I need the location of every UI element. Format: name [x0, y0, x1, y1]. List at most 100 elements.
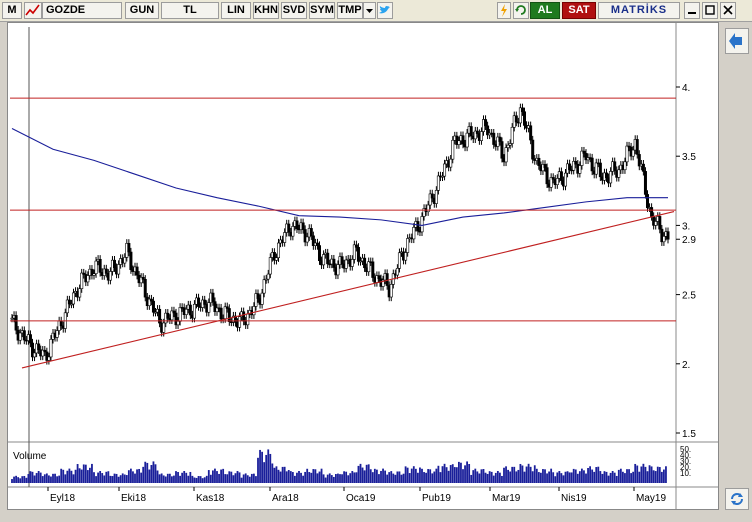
price-tick-label: 2.5: [682, 291, 696, 302]
volume-bar: [253, 473, 255, 483]
volume-bar: [187, 475, 190, 483]
candle: [475, 130, 479, 134]
khn-button[interactable]: KHN: [253, 2, 279, 19]
candle: [416, 221, 420, 232]
price-tick-label: 2.9: [682, 235, 696, 246]
volume-bar: [355, 472, 358, 483]
chart-area[interactable]: 4. 3.5 3. 2.9 2.5 2. 1.5 Eyl18 Eki18 Kas18 Ara18 Oc…: [7, 22, 719, 510]
candle: [291, 226, 295, 237]
volume-bar: [441, 466, 444, 483]
candle: [617, 169, 621, 178]
volume-bar: [322, 474, 325, 483]
minimize-icon[interactable]: [684, 2, 700, 19]
volume-bar: [54, 473, 56, 483]
candle: [568, 163, 572, 171]
volume-bar: [425, 472, 427, 483]
date-tick-label: Eyl18: [50, 493, 75, 504]
refresh-icon[interactable]: [513, 2, 529, 19]
volume-bar: [552, 472, 555, 483]
volume-bar: [365, 464, 368, 483]
volume-bar: [160, 473, 163, 483]
candle: [162, 322, 166, 333]
volume-bar: [279, 471, 282, 483]
dropdown-arrow-icon[interactable]: [363, 2, 376, 19]
flash-icon[interactable]: [497, 2, 511, 19]
price-chart[interactable]: 4. 3.5 3. 2.9 2.5 2. 1.5 Eyl18 Eki18 Kas18 Ara18 Oc…: [8, 23, 718, 509]
volume-bar: [451, 464, 454, 483]
volume-bar: [384, 470, 386, 483]
volume-bar: [445, 467, 448, 483]
volume-bar: [431, 473, 434, 483]
volume-bar: [527, 463, 530, 483]
sell-button[interactable]: SAT: [562, 2, 596, 19]
volume-bar: [466, 461, 468, 483]
candle: [555, 178, 559, 186]
candle: [385, 273, 389, 286]
back-arrow-icon[interactable]: [725, 28, 749, 54]
volume-bar: [25, 477, 28, 483]
candle: [635, 139, 639, 155]
candle: [641, 163, 645, 172]
sym-button[interactable]: SYM: [309, 2, 335, 19]
candle: [650, 207, 654, 217]
currency-button[interactable]: TL: [161, 2, 219, 19]
candle: [149, 298, 153, 302]
volume-bar: [148, 469, 151, 483]
volume-bar: [21, 476, 24, 483]
volume-bar: [318, 471, 321, 483]
volume-bar: [302, 475, 304, 483]
volume-bar: [330, 475, 333, 483]
volume-bar: [107, 471, 110, 483]
volume-bar: [343, 471, 345, 483]
tmp-button[interactable]: TMP: [337, 2, 363, 19]
close-icon[interactable]: [720, 2, 736, 19]
volume-bar: [369, 469, 372, 483]
scale-button[interactable]: LIN: [221, 2, 251, 19]
twitter-icon[interactable]: [377, 2, 393, 19]
candle: [151, 300, 155, 313]
candle: [266, 273, 270, 280]
period-button[interactable]: GUN: [125, 2, 159, 19]
candle: [412, 227, 416, 240]
volume-bar: [222, 468, 225, 483]
volume-bar: [78, 468, 81, 483]
volume-bar: [263, 462, 266, 483]
buy-button[interactable]: AL: [530, 2, 560, 19]
volume-bar: [332, 476, 335, 483]
volume-bar: [244, 473, 247, 483]
candle: [406, 238, 410, 253]
volume-bar: [583, 470, 585, 483]
volume-bar: [632, 471, 635, 483]
volume-bar: [443, 463, 446, 483]
candle: [397, 252, 401, 269]
volume-bar: [388, 472, 391, 483]
volume-bar: [261, 451, 263, 483]
volume-bar: [523, 471, 526, 483]
candle: [283, 232, 287, 243]
volume-bar: [80, 469, 83, 483]
volume-label: Volume: [13, 451, 47, 462]
symbol-field[interactable]: GOZDE: [42, 2, 122, 19]
candle: [98, 258, 102, 273]
volume-bar: [371, 472, 374, 483]
date-tick-label: Nis19: [561, 493, 587, 504]
volume-bar: [224, 474, 227, 483]
menu-m-button[interactable]: M: [2, 2, 22, 19]
volume-bar: [658, 467, 661, 483]
svd-button[interactable]: SVD: [281, 2, 307, 19]
volume-bar: [624, 473, 626, 483]
candle: [123, 257, 127, 264]
sync-icon[interactable]: [725, 488, 749, 510]
candle: [537, 157, 541, 166]
volume-bar: [533, 465, 536, 483]
volume-bar: [162, 475, 165, 483]
volume-bar: [622, 471, 624, 483]
volume-bar: [396, 471, 399, 483]
maximize-icon[interactable]: [702, 2, 718, 19]
volume-bar: [652, 470, 655, 483]
volume-bar: [437, 465, 440, 483]
chart-type-icon[interactable]: [24, 2, 42, 19]
volume-bar: [617, 469, 620, 483]
volume-bar: [515, 471, 518, 483]
candle: [287, 223, 291, 233]
